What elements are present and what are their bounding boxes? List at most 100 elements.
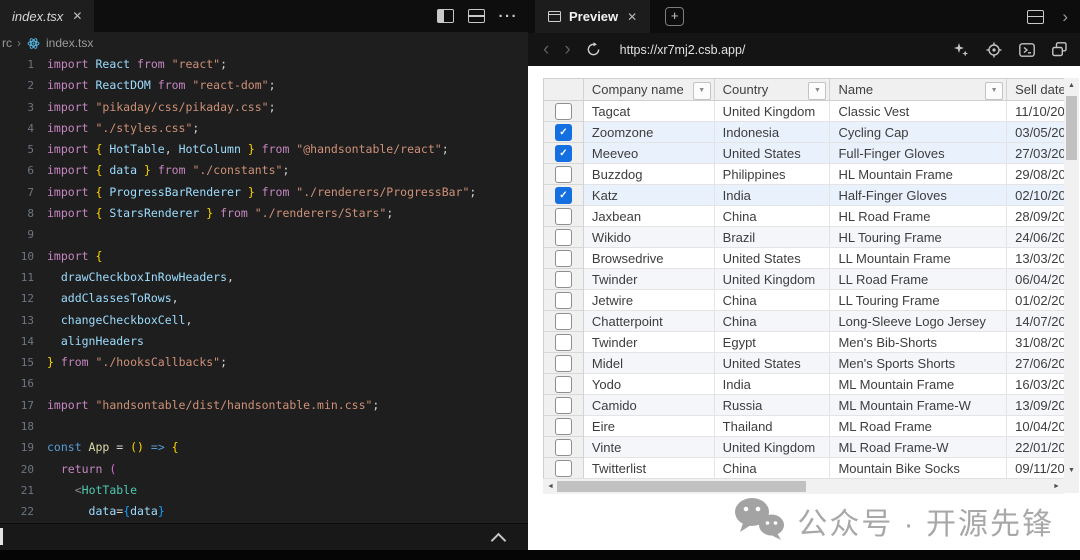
cell-name[interactable]: LL Touring Frame — [830, 290, 1007, 311]
cell-date[interactable]: 29/08/20 — [1007, 164, 1064, 185]
cell-country[interactable]: United States — [715, 143, 831, 164]
cell-company[interactable]: Twitterlist — [584, 458, 715, 479]
row-checkbox[interactable] — [555, 103, 572, 120]
split-editor-icon[interactable] — [468, 9, 485, 23]
cell-name[interactable]: HL Mountain Frame — [830, 164, 1007, 185]
row-checkbox[interactable] — [555, 313, 572, 330]
cell-company[interactable]: Katz — [584, 185, 715, 206]
cell-date[interactable]: 31/08/20 — [1007, 332, 1064, 353]
cell-name[interactable]: ML Road Frame — [830, 416, 1007, 437]
close-icon[interactable]: ✕ — [72, 9, 82, 23]
code-line[interactable]: 17import "handsontable/dist/handsontable… — [0, 395, 528, 416]
cell-date[interactable]: 24/06/20 — [1007, 227, 1064, 248]
code-line[interactable]: 2import ReactDOM from "react-dom"; — [0, 75, 528, 96]
cell-name[interactable]: LL Mountain Frame — [830, 248, 1007, 269]
horizontal-scrollbar-thumb[interactable] — [557, 481, 806, 492]
cell-name[interactable]: ML Mountain Frame — [830, 374, 1007, 395]
add-tab-button[interactable]: + — [665, 7, 684, 26]
scroll-right-icon[interactable]: ► — [1049, 479, 1064, 494]
row-checkbox[interactable] — [555, 208, 572, 225]
row-checkbox[interactable] — [555, 166, 572, 183]
cell-name[interactable]: Men's Bib-Shorts — [830, 332, 1007, 353]
row-checkbox[interactable] — [555, 355, 572, 372]
tab-preview[interactable]: Preview ✕ — [535, 0, 650, 33]
cell-name[interactable]: Long-Sleeve Logo Jersey — [830, 311, 1007, 332]
cell-date[interactable]: 13/09/20 — [1007, 395, 1064, 416]
code-line[interactable]: 16 — [0, 373, 528, 394]
back-button[interactable]: ‹ — [543, 40, 549, 59]
filter-dropdown-icon[interactable]: ▼ — [693, 82, 711, 100]
code-line[interactable]: 8import { StarsRenderer } from "./render… — [0, 203, 528, 224]
cell-date[interactable]: 28/09/20 — [1007, 206, 1064, 227]
cell-country[interactable]: Brazil — [715, 227, 831, 248]
cell-company[interactable]: Jetwire — [584, 290, 715, 311]
cell-date[interactable]: 10/04/20 — [1007, 416, 1064, 437]
cell-country[interactable]: China — [715, 311, 831, 332]
cell-country[interactable]: United States — [715, 353, 831, 374]
cell-name[interactable]: Mountain Bike Socks — [830, 458, 1007, 479]
refresh-icon[interactable] — [586, 42, 601, 57]
code-line[interactable]: 11 drawCheckboxInRowHeaders, — [0, 267, 528, 288]
cell-name[interactable]: Cycling Cap — [830, 122, 1007, 143]
cell-company[interactable]: Camido — [584, 395, 715, 416]
code-line[interactable]: 6import { data } from "./constants"; — [0, 160, 528, 181]
cell-company[interactable]: Tagcat — [584, 101, 715, 122]
cell-name[interactable]: ML Road Frame-W — [830, 437, 1007, 458]
code-line[interactable]: 7import { ProgressBarRenderer } from "./… — [0, 182, 528, 203]
scroll-up-icon[interactable]: ▲ — [1064, 78, 1079, 93]
code-line[interactable]: 15} from "./hooksCallbacks"; — [0, 352, 528, 373]
column-header-name[interactable]: Name ▼ — [830, 79, 1007, 101]
cell-country[interactable]: China — [715, 206, 831, 227]
more-actions-icon[interactable]: ··· — [499, 8, 519, 25]
cell-company[interactable]: Jaxbean — [584, 206, 715, 227]
code-line[interactable]: 18 — [0, 416, 528, 437]
code-line[interactable]: 12 addClassesToRows, — [0, 288, 528, 309]
url-bar[interactable]: https://xr7mj2.csb.app/ — [620, 43, 746, 57]
cell-date[interactable]: 03/05/20 — [1007, 122, 1064, 143]
row-checkbox[interactable] — [555, 229, 572, 246]
code-line[interactable]: 4import "./styles.css"; — [0, 118, 528, 139]
code-line[interactable]: 21 <HotTable — [0, 480, 528, 501]
scroll-down-icon[interactable]: ▼ — [1064, 463, 1079, 478]
cell-company[interactable]: Twinder — [584, 332, 715, 353]
cell-name[interactable]: LL Road Frame — [830, 269, 1007, 290]
row-checkbox[interactable] — [555, 376, 572, 393]
cell-date[interactable]: 01/02/20 — [1007, 290, 1064, 311]
cell-date[interactable]: 13/03/20 — [1007, 248, 1064, 269]
cell-name[interactable]: Classic Vest — [830, 101, 1007, 122]
code-lines[interactable]: 1import React from "react";2import React… — [0, 54, 528, 524]
sparkles-icon[interactable] — [953, 42, 969, 58]
cell-company[interactable]: Vinte — [584, 437, 715, 458]
cell-country[interactable]: Russia — [715, 395, 831, 416]
split-panel-icon[interactable] — [1027, 10, 1044, 24]
cell-name[interactable]: Full-Finger Gloves — [830, 143, 1007, 164]
row-checkbox[interactable] — [555, 334, 572, 351]
inspect-target-icon[interactable] — [986, 42, 1002, 58]
row-checkbox[interactable] — [555, 418, 572, 435]
cell-company[interactable]: Yodo — [584, 374, 715, 395]
row-checkbox[interactable] — [555, 271, 572, 288]
cell-name[interactable]: Half-Finger Gloves — [830, 185, 1007, 206]
cell-country[interactable]: United States — [715, 248, 831, 269]
breadcrumb-file[interactable]: index.tsx — [46, 36, 93, 50]
cell-country[interactable]: Indonesia — [715, 122, 831, 143]
cell-name[interactable]: Men's Sports Shorts — [830, 353, 1007, 374]
tab-index-tsx[interactable]: index.tsx ✕ — [0, 0, 94, 32]
code-line[interactable]: 3import "pikaday/css/pikaday.css"; — [0, 97, 528, 118]
row-checkbox[interactable] — [555, 292, 572, 309]
row-checkbox[interactable] — [555, 460, 572, 477]
code-line[interactable]: 20 return ( — [0, 459, 528, 480]
cell-country[interactable]: United Kingdom — [715, 437, 831, 458]
console-icon[interactable] — [1019, 43, 1035, 57]
cell-date[interactable]: 14/07/20 — [1007, 311, 1064, 332]
cell-country[interactable]: Egypt — [715, 332, 831, 353]
chevron-right-icon[interactable]: › — [1062, 8, 1068, 25]
cell-country[interactable]: India — [715, 185, 831, 206]
code-line[interactable]: 13 changeCheckboxCell, — [0, 310, 528, 331]
cell-company[interactable]: Zoomzone — [584, 122, 715, 143]
column-header-country[interactable]: Country ▼ — [715, 79, 831, 101]
code-line[interactable]: 9 — [0, 224, 528, 245]
code-line[interactable]: 14 alignHeaders — [0, 331, 528, 352]
open-in-new-window-icon[interactable] — [1052, 42, 1067, 57]
filter-dropdown-icon[interactable]: ▼ — [985, 82, 1003, 100]
